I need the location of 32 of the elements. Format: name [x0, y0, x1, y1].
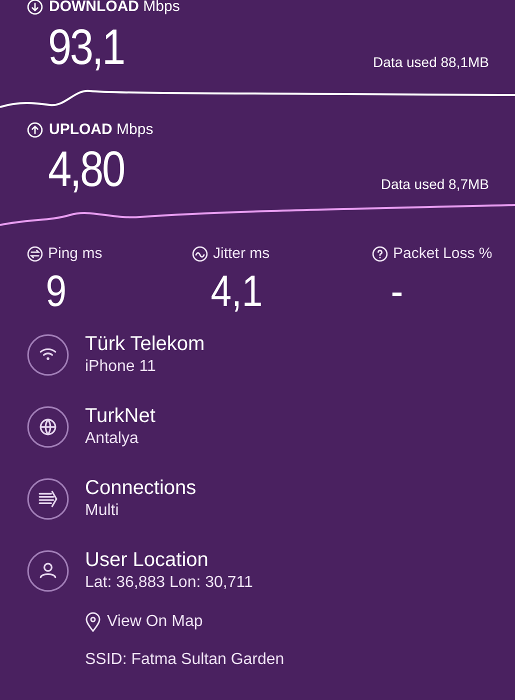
- detail-subtitle: iPhone 11: [85, 356, 157, 376]
- speed-label: DOWNLOAD Mbps: [49, 0, 180, 17]
- view-on-map-link[interactable]: View On Map: [85, 610, 203, 634]
- user-icon: [27, 550, 69, 592]
- download-icon: [27, 0, 43, 16]
- detail-title: TurkNet: [85, 404, 156, 428]
- wifi-icon: [27, 334, 69, 376]
- wave-icon: [192, 246, 208, 262]
- detail-title: Connections: [85, 476, 196, 500]
- detail-subtitle: Antalya: [85, 428, 140, 448]
- location-pin-icon: [85, 612, 101, 632]
- detail-title: Türk Telekom: [85, 332, 205, 356]
- metric-value: 4,1: [210, 266, 264, 318]
- data-used-text: Data used 88,1MB: [373, 52, 489, 72]
- metric-label: Jitter ms: [213, 244, 270, 264]
- globe-icon: [27, 406, 69, 448]
- upload-icon: [27, 122, 43, 138]
- ssid-text: SSID: Fatma Sultan Garden: [85, 650, 286, 670]
- metric-value: -: [390, 266, 404, 318]
- speed-value: 93,1: [48, 18, 124, 74]
- connections-icon: [27, 478, 69, 520]
- ping-icon: [27, 246, 43, 262]
- data-used-text: Data used 8,7MB: [380, 175, 489, 194]
- detail-title: User Location: [85, 548, 210, 572]
- detail-subtitle: Multi: [85, 500, 120, 520]
- speed-value: 4,80: [48, 141, 124, 197]
- help-icon: [372, 246, 388, 262]
- metric-label: Packet Loss %: [393, 244, 492, 264]
- metric-label: Ping ms: [48, 244, 102, 264]
- metric-value: 9: [44, 266, 68, 318]
- detail-subtitle: Lat: 36,883 Lon: 30,711: [85, 572, 253, 592]
- speed-label: UPLOAD Mbps: [49, 120, 154, 140]
